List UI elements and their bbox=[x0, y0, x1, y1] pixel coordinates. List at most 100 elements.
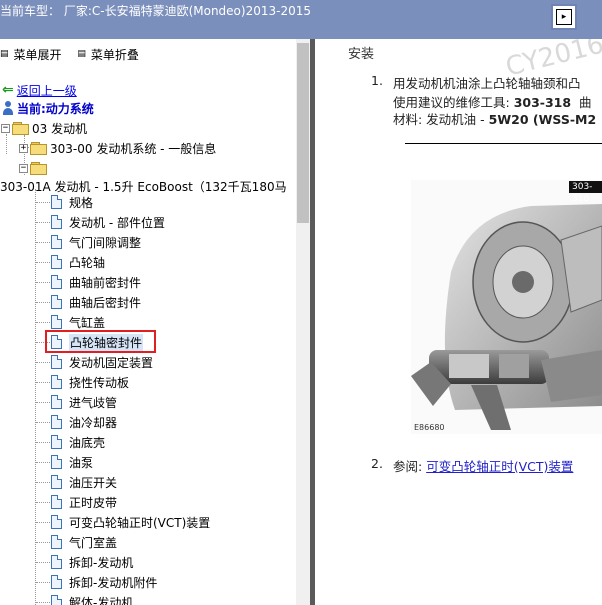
tree-leaf-label: 气门间隙调整 bbox=[69, 235, 142, 250]
tree-scrollbar[interactable] bbox=[296, 39, 310, 605]
tree-leaf-item[interactable]: 拆卸-发动机 bbox=[51, 552, 133, 572]
list-icon: ▤ bbox=[77, 49, 86, 59]
document-icon bbox=[51, 515, 62, 529]
folder-icon bbox=[30, 142, 47, 155]
tree-leaf-label: 油泵 bbox=[69, 455, 94, 470]
tree-leaf-item[interactable]: 曲轴前密封件 bbox=[51, 272, 141, 292]
tree-node-label: 03 发动机 bbox=[32, 121, 88, 136]
engine-illustration bbox=[411, 180, 602, 434]
exit-button[interactable]: ▸ bbox=[551, 4, 577, 30]
tree-leaf-item[interactable]: 曲轴后密封件 bbox=[51, 292, 141, 312]
tree-leaf-item[interactable]: 凸轮轴 bbox=[51, 252, 105, 272]
expand-menu-label: 菜单展开 bbox=[13, 47, 62, 62]
tree-leaf-label: 可变凸轮轴正时(VCT)装置 bbox=[69, 515, 211, 530]
navigation-tree-pane: ▤ 菜单展开 ▤ 菜单折叠 ⇐ 返回上一级 当前:动力系统 − 03 发动机 +… bbox=[0, 39, 296, 605]
tree-leaf-item[interactable]: 油泵 bbox=[51, 452, 93, 472]
step-2-number: 2. bbox=[371, 456, 383, 471]
document-icon bbox=[51, 195, 62, 209]
tree-leaf-label: 气缸盖 bbox=[69, 315, 106, 330]
tree-leaf-label: 拆卸-发动机 bbox=[69, 555, 134, 570]
tree-leaf-item[interactable]: 拆卸-发动机附件 bbox=[51, 572, 157, 592]
scrollbar-thumb[interactable] bbox=[297, 43, 309, 223]
document-icon bbox=[51, 415, 62, 429]
document-icon bbox=[51, 315, 62, 329]
tree-leaf-item[interactable]: 气门室盖 bbox=[51, 532, 117, 552]
user-icon bbox=[2, 101, 14, 115]
selection-highlight-box bbox=[45, 330, 156, 353]
tree-node-engine[interactable]: − 03 发动机 bbox=[1, 118, 87, 138]
tree-leaf-label: 凸轮轴 bbox=[69, 255, 106, 270]
tree-node-general[interactable]: + 303-00 发动机系统 - 一般信息 bbox=[19, 138, 216, 158]
document-icon bbox=[51, 595, 62, 605]
collapse-menu-button[interactable]: ▤ 菜单折叠 bbox=[77, 46, 139, 63]
tree-leaf-item[interactable]: 油冷却器 bbox=[51, 412, 117, 432]
tree-leaf-item[interactable]: 解体-发动机 bbox=[51, 592, 133, 605]
tree-leaf-label: 挠性传动板 bbox=[69, 375, 130, 390]
tree-leaf-item[interactable]: 油底壳 bbox=[51, 432, 105, 452]
vct-reference-link[interactable]: 可变凸轮轴正时(VCT)装置 bbox=[426, 459, 573, 474]
back-arrow-icon: ⇐ bbox=[2, 82, 14, 98]
collapse-menu-label: 菜单折叠 bbox=[90, 47, 139, 62]
folder-open-icon bbox=[12, 122, 29, 135]
document-icon bbox=[51, 495, 62, 509]
title-bar: 当前车型： 厂家:C-长安福特蒙迪欧(Mondeo)2013-2015 ▸ bbox=[0, 0, 602, 39]
tree-leaf-label: 曲轴前密封件 bbox=[69, 275, 142, 290]
document-icon bbox=[51, 295, 62, 309]
tree-leaf-label: 解体-发动机 bbox=[69, 595, 134, 605]
tool-callout-label: 303-318 bbox=[569, 181, 602, 204]
folder-open-icon bbox=[30, 162, 47, 175]
tree-leaf-item[interactable]: 正时皮带 bbox=[51, 492, 117, 512]
document-icon bbox=[51, 475, 62, 489]
document-icon bbox=[51, 375, 62, 389]
tree-node-label: 303-01A 发动机 - 1.5升 EcoBoost（132千瓦180马 bbox=[0, 179, 287, 194]
step-1-number: 1. bbox=[371, 73, 383, 88]
back-link[interactable]: 返回上一级 bbox=[17, 82, 77, 99]
document-icon bbox=[51, 355, 62, 369]
figure-code: E86680 bbox=[414, 423, 445, 432]
step-1-line-1: 用发动机机油涂上凸轮轴轴颈和凸 bbox=[393, 76, 581, 91]
tree-leaf-label: 正时皮带 bbox=[69, 495, 118, 510]
tree-leaf-item[interactable]: 可变凸轮轴正时(VCT)装置 bbox=[51, 512, 210, 532]
menu-toolbar: ▤ 菜单展开 ▤ 菜单折叠 bbox=[0, 45, 151, 63]
document-icon bbox=[51, 575, 62, 589]
tree-leaf-label: 气门室盖 bbox=[69, 535, 118, 550]
tree-leaf-label: 规格 bbox=[69, 195, 94, 210]
document-icon bbox=[51, 235, 62, 249]
document-icon bbox=[51, 395, 62, 409]
document-icon bbox=[51, 535, 62, 549]
tree-leaf-item[interactable]: 挠性传动板 bbox=[51, 372, 129, 392]
tree-leaf-label: 拆卸-发动机附件 bbox=[69, 575, 158, 590]
current-system-label: 当前:动力系统 bbox=[17, 101, 94, 116]
content-pane: CY2016 安装 1. 用发动机机油涂上凸轮轴轴颈和凸 使用建议的维修工具: … bbox=[315, 39, 602, 605]
list-icon: ▤ bbox=[0, 49, 9, 59]
current-location: 当前:动力系统 bbox=[2, 98, 94, 118]
tree-node-ecoboost-toggle[interactable]: − bbox=[19, 158, 50, 178]
section-title: 安装 bbox=[348, 47, 375, 62]
tree-leaf-item[interactable]: 发动机 - 部件位置 bbox=[51, 212, 165, 232]
collapse-toggle[interactable]: − bbox=[1, 123, 10, 133]
expand-menu-button[interactable]: ▤ 菜单展开 bbox=[0, 46, 62, 63]
tree-leaf-item[interactable]: 发动机固定装置 bbox=[51, 352, 153, 372]
expand-toggle[interactable]: + bbox=[19, 143, 28, 153]
tree-leaf-item[interactable]: 油压开关 bbox=[51, 472, 117, 492]
tree-leaf-label: 油冷却器 bbox=[69, 415, 118, 430]
step-2-text: 参阅: 可变凸轮轴正时(VCT)装置 bbox=[393, 459, 574, 474]
tree-leaf-item[interactable]: 进气歧管 bbox=[51, 392, 117, 412]
separator-line bbox=[405, 143, 602, 144]
tree-leaf-label: 油压开关 bbox=[69, 475, 118, 490]
exit-door-icon: ▸ bbox=[556, 9, 572, 25]
back-link-row[interactable]: ⇐ 返回上一级 bbox=[2, 80, 77, 100]
step-1-line-3: 材料: 发动机油 - 5W20 (WSS-M2 bbox=[393, 112, 597, 127]
tree-leaf-label: 油底壳 bbox=[69, 435, 106, 450]
document-icon bbox=[51, 275, 62, 289]
tree-node-ecoboost[interactable]: 303-01A 发动机 - 1.5升 EcoBoost（132千瓦180马 bbox=[0, 176, 287, 196]
tree-leaf-item[interactable]: 气门间隙调整 bbox=[51, 232, 141, 252]
tree-leaf-item[interactable]: 规格 bbox=[51, 192, 93, 212]
tree-leaf-label: 发动机 - 部件位置 bbox=[69, 215, 165, 230]
document-icon bbox=[51, 435, 62, 449]
document-icon bbox=[51, 215, 62, 229]
tree-leaf-item[interactable]: 气缸盖 bbox=[51, 312, 105, 332]
tree-leaf-label: 曲轴后密封件 bbox=[69, 295, 142, 310]
collapse-toggle[interactable]: − bbox=[19, 163, 28, 173]
vehicle-title: 当前车型： 厂家:C-长安福特蒙迪欧(Mondeo)2013-2015 bbox=[0, 4, 311, 18]
